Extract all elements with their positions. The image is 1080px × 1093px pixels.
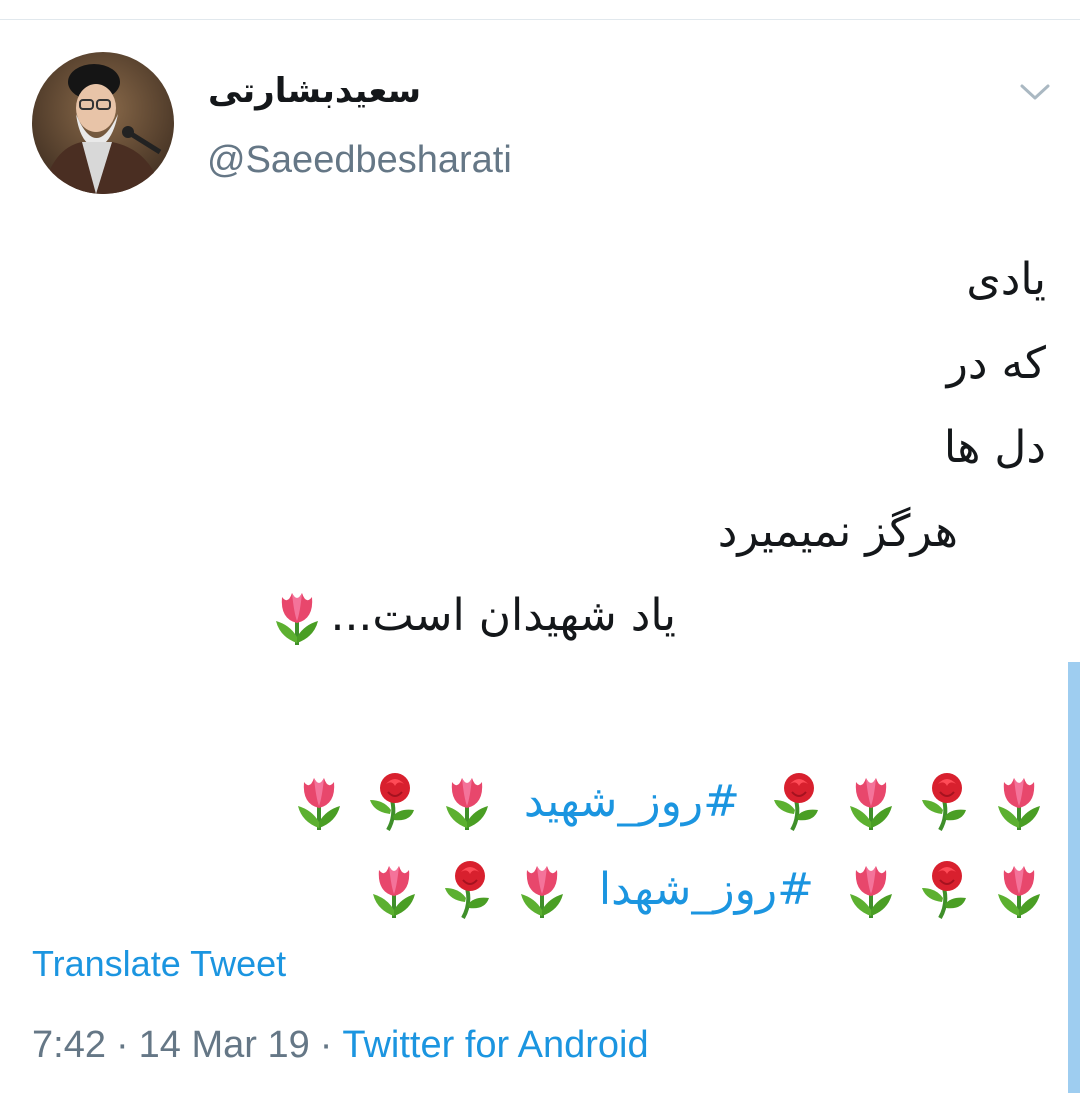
- tweet-source-link[interactable]: Twitter for Android: [342, 1024, 648, 1066]
- tweet-line: هرگز نمیمیرد: [717, 506, 958, 557]
- tulip-icon: [372, 866, 415, 918]
- meta-separator: ·: [115, 1024, 129, 1066]
- tulip-icon: [276, 593, 319, 645]
- scrollbar[interactable]: [1068, 662, 1080, 1093]
- hashtag-link[interactable]: #روز_شهید: [514, 776, 750, 827]
- tweet-meta: 7:42 · 14 Mar 19 · Twitter for Android: [32, 1020, 649, 1070]
- meta-separator: ·: [319, 1024, 333, 1066]
- chevron-down-icon[interactable]: [1016, 78, 1054, 106]
- top-divider: [0, 19, 1080, 20]
- rose-icon: [444, 861, 489, 919]
- profile-photo-icon: [32, 52, 174, 194]
- display-name[interactable]: سعیدبشارتی: [208, 66, 548, 116]
- avatar[interactable]: [32, 52, 174, 194]
- tulip-icon: [520, 866, 563, 918]
- tulip-icon: [850, 866, 892, 918]
- tulip-icon: [850, 778, 892, 830]
- rose-icon: [369, 773, 414, 831]
- user-handle[interactable]: @Saeedbesharati: [207, 135, 512, 185]
- translate-tweet-link[interactable]: Translate Tweet: [32, 940, 286, 988]
- display-name-text: سعیدبشارتی: [208, 71, 422, 111]
- tulip-icon: [445, 778, 488, 830]
- tulip-icon: [998, 778, 1040, 830]
- rose-icon: [922, 861, 966, 919]
- tweet-line: یاد شهیدان است...: [330, 590, 676, 641]
- tweet-line: که در: [946, 338, 1046, 389]
- tweet-time: 7:42: [32, 1024, 106, 1066]
- tulip-icon: [297, 778, 340, 830]
- tweet-text: یادی که در دل ها هرگز نمیمیرد یاد شهیدان…: [140, 238, 1046, 919]
- rose-icon: [922, 773, 966, 831]
- tweet-date[interactable]: 14 Mar 19: [139, 1024, 310, 1066]
- hashtag-link[interactable]: #روز_شهدا: [589, 864, 824, 915]
- tweet-line: یادی: [966, 254, 1046, 305]
- hashtag-line-2: #روز_شهدا: [140, 846, 1046, 932]
- rose-icon: [774, 773, 818, 831]
- tulip-icon: [998, 866, 1040, 918]
- tweet-line-with-tulip: یاد شهیدان است...: [140, 574, 1046, 658]
- hashtag-line-1: #روز_شهید: [140, 758, 1046, 844]
- tweet-line: دل ها: [943, 422, 1046, 473]
